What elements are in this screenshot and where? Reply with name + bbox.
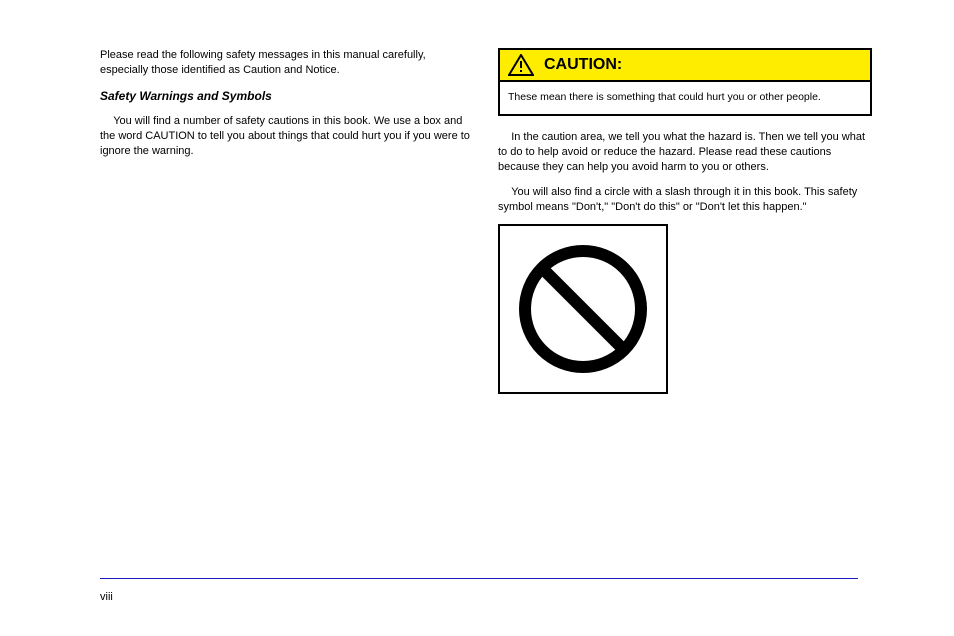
safety-paragraph: You will find a number of safety caution… (100, 114, 474, 159)
intro-paragraph: Please read the following safety message… (100, 48, 474, 78)
caution-box: CAUTION: These mean there is something t… (498, 48, 872, 116)
section-heading-safety: Safety Warnings and Symbols (100, 88, 474, 104)
no-symbol-icon (513, 239, 653, 379)
caution-header-text: CAUTION: (544, 54, 622, 76)
page-number: viii (100, 590, 113, 605)
warning-triangle-icon (508, 54, 534, 76)
caution-body-text: These mean there is something that could… (500, 82, 870, 114)
no-symbol-box (498, 224, 668, 394)
caution-followup-2: You will also find a circle with a slash… (498, 185, 872, 215)
caution-header: CAUTION: (500, 50, 870, 82)
caution-followup-1: In the caution area, we tell you what th… (498, 130, 872, 175)
right-column: CAUTION: These mean there is something t… (498, 48, 872, 404)
footer-rule (100, 578, 858, 579)
left-column: Please read the following safety message… (100, 48, 474, 404)
